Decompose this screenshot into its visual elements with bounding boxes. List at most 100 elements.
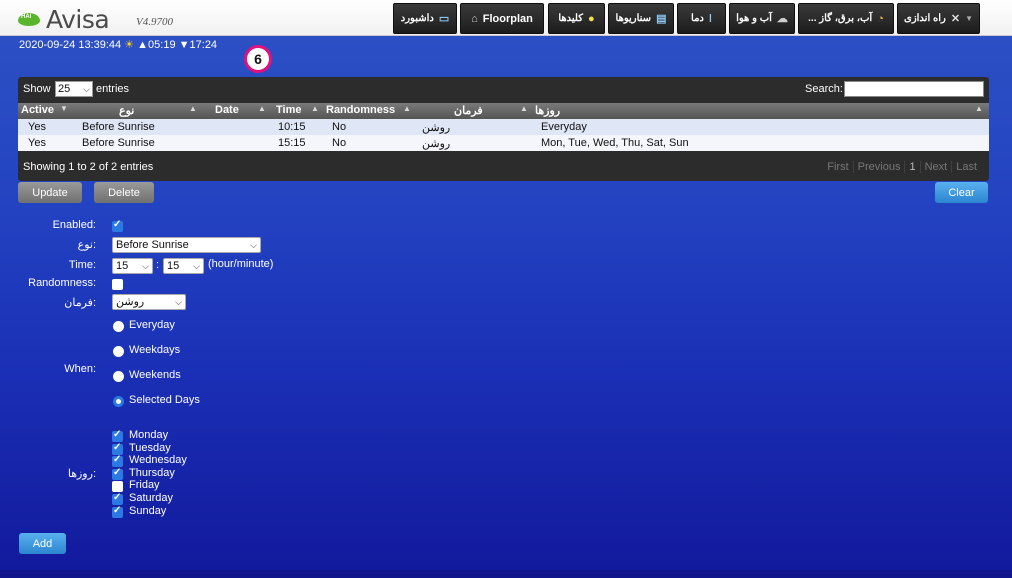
hour-select[interactable]: 15 ⌵ — [112, 258, 153, 274]
cell-time: 15:15 — [278, 137, 306, 149]
time-label: Time: — [68, 259, 96, 271]
search-label: Search: — [805, 83, 843, 95]
nav-scenarios-button[interactable]: سناریوها ▤ — [608, 3, 674, 34]
pager-page[interactable]: 1 — [904, 161, 919, 173]
radio-selected-days[interactable] — [113, 396, 124, 407]
bulb-icon: ● — [588, 12, 595, 25]
table-row[interactable]: Yes Before Sunrise 15:15 No روشن Mon, Tu… — [18, 135, 989, 151]
radio-weekends-label: Weekends — [129, 369, 181, 381]
radio-everyday[interactable] — [113, 321, 124, 332]
sort-icon: ▲ — [975, 104, 983, 113]
step-badge: 6 — [244, 45, 272, 73]
footer — [0, 570, 1012, 578]
chevron-down-icon: ⌵ — [83, 84, 90, 94]
cell-command: روشن — [422, 138, 451, 150]
checkbox-wednesday[interactable] — [112, 454, 123, 467]
checkbox-thursday[interactable] — [112, 467, 123, 480]
radio-everyday-label: Everyday — [129, 319, 175, 331]
status-line: 2020-09-24 13:39:44 ☀ ▲05:19 ▼17:24 — [19, 38, 217, 51]
nav-dashboard-button[interactable]: داشبورد ▭ — [393, 3, 457, 34]
day-label-saturday: Saturday — [129, 492, 174, 504]
add-button[interactable]: Add — [19, 533, 66, 554]
day-label-wednesday: Wednesday — [129, 454, 187, 466]
nav-floorplan-button[interactable]: ⌂ Floorplan — [460, 3, 544, 34]
sort-icon: ▲ — [520, 104, 528, 113]
type-label: نوع: — [77, 239, 96, 251]
cell-active: Yes — [28, 121, 46, 133]
pager-first[interactable]: First — [823, 161, 852, 173]
table-row[interactable]: Yes Before Sunrise 10:15 No روشن Everyda… — [18, 119, 989, 135]
show-label: Show — [23, 83, 51, 95]
pager-last[interactable]: Last — [951, 161, 981, 173]
table-info: Showing 1 to 2 of 2 entries — [23, 161, 154, 173]
column-time[interactable]: Time — [276, 104, 301, 118]
chevron-down-icon: ⌵ — [250, 240, 257, 250]
chevron-down-icon: ⌵ — [142, 261, 149, 271]
cell-days: Everyday — [541, 121, 587, 133]
column-days[interactable]: روزها — [535, 104, 560, 118]
randomness-checkbox[interactable] — [112, 279, 123, 290]
sort-icon: ▼ — [60, 104, 68, 113]
enabled-checkbox[interactable] — [112, 219, 123, 232]
search-input[interactable] — [844, 81, 984, 97]
day-label-tuesday: Tuesday — [129, 442, 171, 454]
nav-switches-button[interactable]: کلیدها ● — [548, 3, 605, 34]
home-icon: ⌂ — [471, 12, 478, 25]
update-button[interactable]: Update — [18, 182, 82, 203]
sunrise-time: ▲05:19 — [137, 39, 176, 51]
cell-randomness: No — [332, 137, 347, 149]
nav-utilities-button[interactable]: ... آب، برق، گاز ◔ — [798, 3, 894, 34]
pager-previous[interactable]: Previous — [852, 161, 905, 173]
nav-setup-button[interactable]: راه اندازی ✕ ▼ — [897, 3, 980, 34]
tools-icon: ✕ — [950, 13, 961, 25]
radio-weekdays[interactable] — [113, 346, 124, 357]
time-separator: : — [156, 259, 160, 271]
cell-randomness: No — [332, 121, 347, 133]
cloud-icon: ☁ — [776, 13, 788, 25]
top-header: HAI Avisa V4.9700 داشبورد ▭ ⌂ Floorplan … — [0, 0, 1012, 36]
column-date[interactable]: Date — [215, 104, 239, 118]
logo[interactable]: HAI Avisa — [18, 5, 110, 34]
clapper-icon: ▤ — [656, 13, 667, 25]
cell-type: Before Sunrise — [82, 121, 155, 133]
checkbox-friday[interactable] — [112, 481, 123, 492]
command-select[interactable]: روشن ⌵ — [112, 294, 186, 310]
clear-button[interactable]: Clear — [935, 182, 988, 203]
enabled-label: Enabled: — [52, 219, 96, 231]
app-name: Avisa — [46, 5, 110, 34]
nav-temperature-button[interactable]: دما ǀ — [677, 3, 726, 34]
chevron-down-icon: ⌵ — [175, 297, 182, 307]
gauge-icon: ◔ — [877, 12, 884, 25]
minute-select[interactable]: 15 ⌵ — [163, 258, 204, 274]
sunset-time: ▼17:24 — [178, 39, 218, 51]
chevron-down-icon: ⌵ — [193, 261, 200, 271]
sort-icon: ▲ — [189, 104, 197, 113]
nav-weather-button[interactable]: آب و هوا ☁ — [729, 3, 795, 34]
column-active[interactable]: Active — [21, 104, 54, 118]
delete-button[interactable]: Delete — [94, 182, 154, 203]
version-label: V4.9700 — [136, 16, 173, 28]
page-size-select[interactable]: 25 ⌵ — [55, 81, 93, 97]
pagination: First Previous 1 Next Last — [823, 161, 981, 173]
datetime: 2020-09-24 13:39:44 — [19, 39, 122, 51]
radio-weekends[interactable] — [113, 371, 124, 382]
day-label-friday: Friday — [129, 479, 160, 491]
cell-type: Before Sunrise — [82, 137, 155, 149]
sort-icon: ▲ — [403, 104, 411, 113]
pager-next[interactable]: Next — [919, 161, 952, 173]
column-type[interactable]: نوع — [119, 104, 134, 118]
leaf-logo-icon: HAI — [18, 13, 40, 26]
column-randomness[interactable]: Randomness — [326, 104, 395, 118]
table-header: Active ▼ نوع ▲ Date ▲ Time ▲ Randomness … — [18, 103, 989, 119]
type-select[interactable]: Before Sunrise ⌵ — [112, 237, 261, 253]
checkbox-sunday[interactable] — [112, 505, 123, 518]
checkbox-monday[interactable] — [112, 429, 123, 442]
monitor-icon: ▭ — [438, 13, 450, 25]
checkbox-saturday[interactable] — [112, 492, 123, 505]
column-command[interactable]: فرمان — [454, 104, 483, 118]
command-label: فرمان: — [64, 297, 96, 309]
radio-selected-days-label: Selected Days — [129, 394, 200, 406]
thermometer-icon: ǀ — [708, 12, 712, 25]
day-label-sunday: Sunday — [129, 505, 167, 517]
chevron-down-icon: ▼ — [965, 14, 974, 23]
